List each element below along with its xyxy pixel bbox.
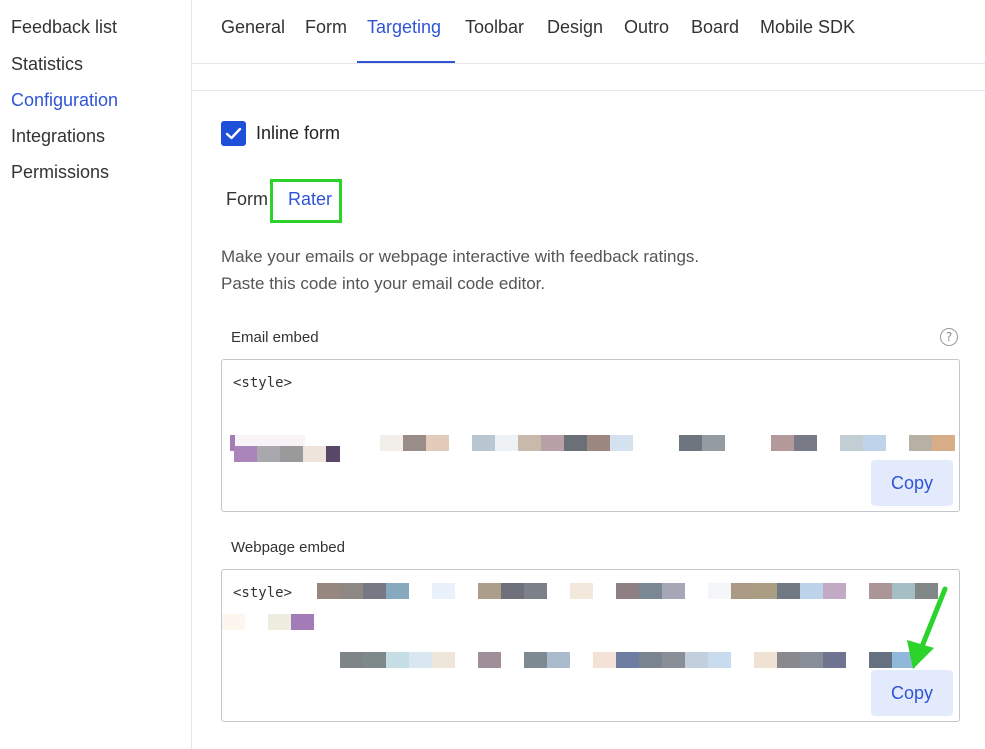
description-line-1: Make your emails or webpage interactive … xyxy=(221,247,700,266)
email-embed-label: Email embed xyxy=(231,329,319,346)
green-arrow-annotation xyxy=(907,586,948,669)
tab-board[interactable]: Board xyxy=(691,17,739,38)
subtab-rater[interactable]: Rater xyxy=(288,189,332,210)
checkmark-icon xyxy=(225,127,242,140)
tab-targeting[interactable]: Targeting xyxy=(367,17,441,38)
sidebar-item-feedback-list[interactable]: Feedback list xyxy=(11,17,117,38)
webpage-copy-button[interactable]: Copy xyxy=(871,670,953,716)
tab-mobile-sdk[interactable]: Mobile SDK xyxy=(760,17,855,38)
blurred-code xyxy=(234,446,340,462)
sidebar-item-statistics[interactable]: Statistics xyxy=(11,54,83,75)
inline-form-checkbox[interactable] xyxy=(221,121,246,146)
tab-form[interactable]: Form xyxy=(305,17,347,38)
subtab-form[interactable]: Form xyxy=(226,189,268,210)
tab-toolbar[interactable]: Toolbar xyxy=(465,17,524,38)
webpage-embed-code: <style> xyxy=(233,585,293,601)
email-embed-code: <style> xyxy=(233,375,293,391)
help-icon[interactable]: ? xyxy=(940,328,958,346)
blurred-code xyxy=(317,583,938,599)
tab-general[interactable]: General xyxy=(221,17,285,38)
sidebar-item-configuration[interactable]: Configuration xyxy=(11,90,118,111)
blurred-code xyxy=(380,435,955,451)
webpage-embed-code-box[interactable]: <style> Copy xyxy=(221,569,960,722)
section-divider xyxy=(192,90,985,91)
email-embed-code-box[interactable]: <style> Copy xyxy=(221,359,960,512)
webpage-embed-label: Webpage embed xyxy=(231,539,345,556)
tab-outro[interactable]: Outro xyxy=(624,17,669,38)
active-tab-indicator xyxy=(357,61,455,63)
email-copy-button[interactable]: Copy xyxy=(871,460,953,506)
sidebar-item-integrations[interactable]: Integrations xyxy=(11,126,105,147)
sidebar: Feedback list Statistics Configuration I… xyxy=(0,0,192,749)
blurred-code xyxy=(222,614,314,630)
sidebar-item-permissions[interactable]: Permissions xyxy=(11,162,109,183)
inline-form-label: Inline form xyxy=(256,123,341,143)
tab-design[interactable]: Design xyxy=(547,17,603,38)
blurred-code xyxy=(340,652,915,668)
description-line-2: Paste this code into your email code edi… xyxy=(221,274,546,293)
